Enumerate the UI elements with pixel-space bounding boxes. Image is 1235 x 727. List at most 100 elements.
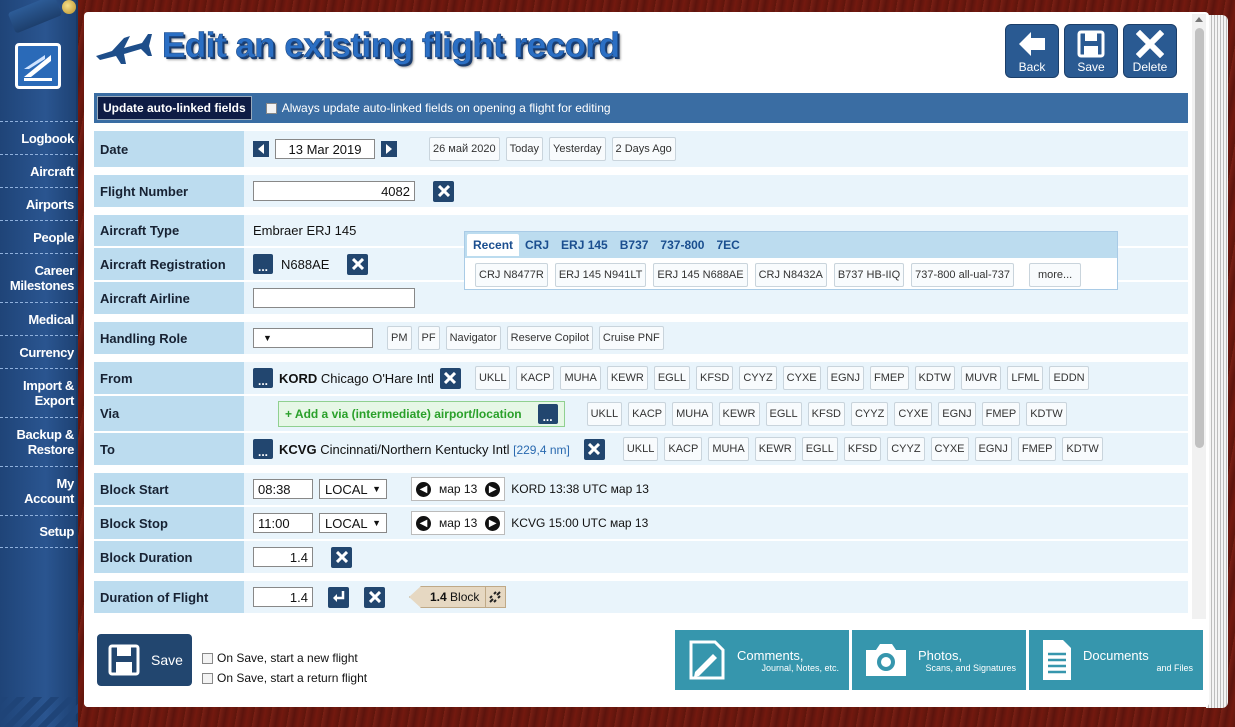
via-quick-airport[interactable]: KACP — [628, 401, 667, 426]
photos-button[interactable]: Photos, Scans, and Signatures — [852, 630, 1026, 690]
more-aircraft-button[interactable]: more... — [1028, 263, 1082, 287]
clear-from-button[interactable] — [439, 367, 461, 389]
block-start-time-input[interactable]: 08:38 — [253, 479, 313, 499]
block-start-zone-select[interactable]: LOCAL — [319, 479, 387, 499]
sidebar-item-my-account[interactable]: My Account — [0, 466, 78, 515]
to-quick-airport[interactable]: KEWR — [754, 437, 796, 461]
clear-block-duration-button[interactable] — [331, 546, 352, 568]
date-quick-yesterday[interactable]: Yesterday — [549, 137, 606, 161]
via-quick-airport[interactable]: FMEP — [981, 401, 1021, 426]
from-quick-airport[interactable]: LFML — [1007, 366, 1044, 390]
from-quick-airport[interactable]: KFSD — [695, 366, 734, 390]
pick-aircraft-button[interactable]: ... — [253, 254, 273, 274]
to-quick-airport[interactable]: CYXE — [930, 437, 969, 461]
unlink-duration-button[interactable] — [484, 586, 507, 608]
sidebar-item-setup[interactable]: Setup — [0, 515, 78, 548]
recent-aircraft-item[interactable]: ERJ 145 N941LT — [554, 263, 647, 287]
sidebar-item-aircraft[interactable]: Aircraft — [0, 154, 78, 187]
update-auto-linked-button[interactable]: Update auto-linked fields — [97, 96, 252, 120]
pick-via-button[interactable]: ... — [537, 403, 558, 424]
via-quick-airport[interactable]: EGNJ — [938, 401, 976, 426]
from-quick-airport[interactable]: MUVR — [960, 366, 1002, 390]
to-quick-airport[interactable]: MUHA — [708, 437, 749, 461]
tab-erj145[interactable]: ERJ 145 — [555, 234, 614, 256]
from-quick-airport[interactable]: EGNJ — [826, 366, 864, 390]
tab-crj[interactable]: CRJ — [519, 234, 555, 256]
to-quick-airport[interactable]: EGNJ — [974, 437, 1012, 461]
recent-aircraft-item[interactable]: B737 HB-IIQ — [833, 263, 905, 287]
flight-number-input[interactable]: 4082 — [253, 181, 415, 201]
block-stop-zone-select[interactable]: LOCAL — [319, 513, 387, 533]
from-quick-airport[interactable]: CYYZ — [739, 366, 777, 390]
date-quick-last[interactable]: 26 май 2020 — [429, 137, 500, 161]
start-return-flight-checkbox[interactable] — [202, 673, 213, 685]
scroll-up-icon[interactable] — [1195, 17, 1203, 22]
aircraft-airline-input[interactable] — [253, 288, 415, 308]
date-input[interactable]: 13 Mar 2019 — [275, 139, 375, 159]
via-quick-airport[interactable]: KEWR — [718, 401, 760, 426]
recent-aircraft-item[interactable]: ERJ 145 N688AE — [653, 263, 748, 287]
sidebar-item-airports[interactable]: Airports — [0, 187, 78, 220]
tab-recent[interactable]: Recent — [467, 234, 520, 256]
role-cruise-pnf-button[interactable]: Cruise PNF — [598, 326, 664, 350]
from-quick-airport[interactable]: KDTW — [914, 366, 955, 390]
block-duration-input[interactable]: 1.4 — [253, 547, 313, 567]
block-stop-next-day-button[interactable]: ▶ — [485, 515, 501, 531]
clear-duration-button[interactable] — [364, 586, 385, 608]
via-quick-airport[interactable]: KFSD — [807, 401, 845, 426]
via-quick-airport[interactable]: CYXE — [894, 401, 933, 426]
tab-b737[interactable]: B737 — [614, 234, 655, 256]
comments-button[interactable]: Comments, Journal, Notes, etc. — [675, 630, 849, 690]
role-reserve-copilot-button[interactable]: Reserve Copilot — [506, 326, 593, 350]
date-quick-today[interactable]: Today — [505, 137, 544, 161]
always-update-checkbox[interactable] — [265, 102, 277, 114]
save-top-button[interactable]: Save — [1064, 24, 1118, 78]
recent-aircraft-item[interactable]: 737-800 all-ual-737 — [911, 263, 1014, 287]
tab-7ec[interactable]: 7EC — [710, 234, 745, 256]
to-quick-airport[interactable]: EGLL — [801, 437, 838, 461]
start-new-flight-checkbox[interactable] — [202, 653, 213, 665]
duration-of-flight-input[interactable]: 1.4 — [253, 587, 313, 607]
via-quick-airport[interactable]: CYYZ — [850, 401, 889, 426]
to-quick-airport[interactable]: CYYZ — [887, 437, 925, 461]
from-quick-airport[interactable]: KACP — [516, 366, 555, 390]
recent-aircraft-item[interactable]: CRJ N8432A — [754, 263, 827, 287]
clear-aircraft-button[interactable] — [347, 253, 369, 275]
from-quick-airport[interactable]: EDDN — [1049, 366, 1089, 390]
date-quick-2days[interactable]: 2 Days Ago — [611, 137, 676, 161]
clear-flight-number-button[interactable] — [433, 180, 454, 202]
via-quick-airport[interactable]: UKLL — [586, 401, 623, 426]
handling-role-select[interactable] — [253, 328, 373, 348]
sidebar-item-people[interactable]: People — [0, 220, 78, 253]
from-quick-airport[interactable]: FMEP — [869, 366, 909, 390]
block-stop-time-input[interactable]: 11:00 — [253, 513, 313, 533]
add-via-button[interactable]: + Add a via (intermediate) airport/locat… — [278, 400, 565, 427]
sidebar-item-import-export[interactable]: Import & Export — [0, 368, 78, 417]
via-quick-airport[interactable]: EGLL — [765, 401, 802, 426]
recent-aircraft-item[interactable]: CRJ N8477R — [475, 263, 548, 287]
date-next-button[interactable] — [381, 141, 397, 157]
pick-to-button[interactable]: ... — [253, 439, 273, 459]
to-quick-airport[interactable]: KFSD — [843, 437, 882, 461]
sidebar-item-career-milestones[interactable]: Career Milestones — [0, 253, 78, 302]
sidebar-item-logbook[interactable]: Logbook — [0, 121, 78, 154]
role-pm-button[interactable]: PM — [387, 326, 412, 350]
to-quick-airport[interactable]: FMEP — [1017, 437, 1057, 461]
back-button[interactable]: Back — [1005, 24, 1059, 78]
via-quick-airport[interactable]: KDTW — [1026, 401, 1067, 426]
scroll-thumb[interactable] — [1195, 28, 1204, 448]
from-quick-airport[interactable]: MUHA — [560, 366, 601, 390]
role-navigator-button[interactable]: Navigator — [445, 326, 501, 350]
page-scrollbar[interactable] — [1192, 14, 1206, 619]
to-quick-airport[interactable]: KACP — [664, 437, 703, 461]
to-quick-airport[interactable]: KDTW — [1062, 437, 1103, 461]
delete-button[interactable]: Delete — [1123, 24, 1177, 78]
block-start-prev-day-button[interactable]: ◀ — [416, 481, 431, 497]
from-quick-airport[interactable]: CYXE — [782, 366, 821, 390]
from-quick-airport[interactable]: UKLL — [474, 366, 511, 390]
save-button[interactable]: Save — [97, 634, 192, 686]
from-quick-airport[interactable]: EGLL — [653, 366, 690, 390]
tab-737-800[interactable]: 737-800 — [654, 234, 710, 256]
block-stop-prev-day-button[interactable]: ◀ — [416, 515, 431, 531]
via-quick-airport[interactable]: MUHA — [672, 401, 713, 426]
